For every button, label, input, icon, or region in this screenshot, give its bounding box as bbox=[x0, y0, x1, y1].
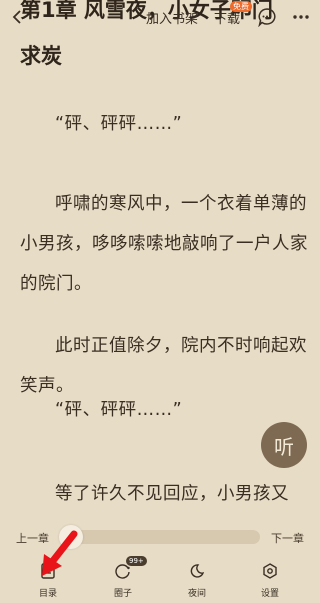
paragraph: 呼啸的寒风中，一个衣着单薄的小男孩，哆哆嗦嗦地敲响了一户人家的院门。 bbox=[20, 194, 308, 294]
download-label: 下载 bbox=[213, 11, 240, 27]
comment-icon bbox=[258, 8, 276, 27]
listen-button[interactable]: 听 bbox=[261, 422, 307, 468]
tab-night-label: 夜间 bbox=[187, 589, 206, 599]
chapter-title-line2: 求炭 bbox=[20, 44, 62, 68]
moon-icon bbox=[188, 562, 206, 580]
red-arrow-annotation bbox=[42, 530, 78, 576]
top-bar: 加入书架 下载 免费 bbox=[0, 0, 320, 32]
back-arrow-icon bbox=[12, 10, 21, 24]
more-icon bbox=[293, 15, 309, 19]
comment-button[interactable] bbox=[256, 6, 278, 28]
circle-badge: 99+ bbox=[126, 556, 147, 566]
paragraph: “砰、砰砰……” bbox=[55, 400, 183, 420]
tab-night[interactable]: 夜间 bbox=[167, 562, 227, 602]
more-button[interactable] bbox=[290, 6, 312, 28]
tab-circle[interactable]: 99+ 圈子 bbox=[93, 556, 153, 602]
add-to-shelf-button[interactable]: 加入书架 bbox=[146, 8, 198, 27]
settings-icon bbox=[261, 562, 279, 580]
download-button[interactable]: 下载 免费 bbox=[213, 0, 252, 27]
progress-slider[interactable] bbox=[60, 530, 260, 544]
tab-catalog-label: 目录 bbox=[38, 589, 57, 599]
tab-circle-label: 圈子 bbox=[113, 589, 132, 599]
paragraph: “砰、砰砰……” bbox=[55, 114, 183, 134]
back-button[interactable] bbox=[6, 6, 28, 28]
circle-icon: 99+ bbox=[114, 556, 147, 580]
free-badge: 免费 bbox=[230, 0, 252, 12]
next-chapter-button[interactable]: 下一章 bbox=[271, 530, 304, 546]
tab-settings-label: 设置 bbox=[260, 589, 279, 599]
paragraph: 等了许久不见回应，小男孩又 bbox=[55, 484, 289, 504]
tab-settings[interactable]: 设置 bbox=[240, 562, 300, 602]
